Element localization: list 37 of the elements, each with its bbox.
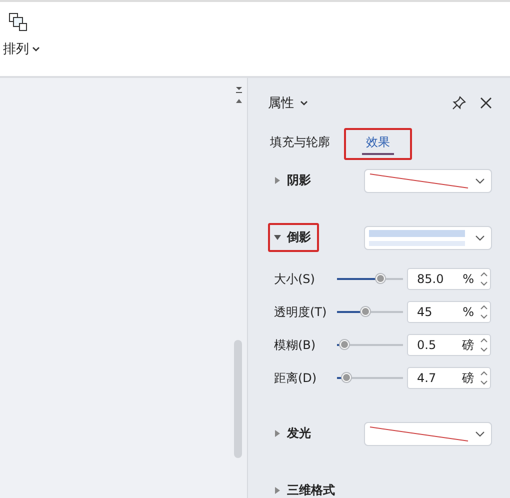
chevron-down-icon — [300, 100, 308, 106]
slider-label: 透明度(T) — [274, 304, 328, 320]
spin-arrows-icon[interactable] — [480, 369, 488, 387]
chevron-down-icon — [475, 430, 485, 436]
section-toggle[interactable]: 发光 — [268, 419, 319, 448]
slider-label: 距离(D) — [274, 370, 318, 386]
spin-arrows-icon[interactable] — [480, 303, 488, 321]
chevron-down-icon — [475, 234, 485, 240]
chevron-down-icon — [475, 178, 485, 184]
panel-tab[interactable]: 填充与轮廓 — [264, 128, 336, 160]
pin-icon[interactable] — [452, 96, 466, 110]
spin-arrows-icon[interactable] — [480, 270, 488, 288]
section-toggle[interactable]: 三维格式 — [268, 476, 343, 498]
chevron-down-icon — [32, 46, 40, 52]
triangle-icon — [274, 487, 281, 494]
close-icon[interactable] — [480, 97, 492, 109]
triangle-icon — [274, 177, 281, 184]
split-icon — [234, 86, 242, 94]
section-toggle[interactable]: 倒影 — [268, 223, 319, 252]
scrollbar-thumb[interactable] — [234, 340, 242, 458]
preset-dropdown[interactable] — [364, 168, 492, 192]
preset-dropdown[interactable] — [364, 422, 492, 446]
slider-label: 模糊(B) — [274, 336, 317, 354]
spin-arrows-icon[interactable] — [480, 336, 488, 354]
value-spinner[interactable]: 0.5 磅 — [407, 334, 491, 356]
triangle-icon — [274, 234, 281, 241]
slider-label: 大小(S) — [274, 270, 316, 288]
arrange-button[interactable]: 排列 — [0, 2, 40, 58]
panel-title[interactable]: 属性 — [268, 94, 308, 112]
value-spinner[interactable]: 4.7 磅 — [407, 367, 491, 389]
arrange-icon — [8, 12, 28, 32]
panel-tab[interactable]: 效果 — [344, 128, 412, 160]
value-spinner[interactable]: 85.0 % — [407, 268, 491, 290]
triangle-icon — [274, 430, 281, 437]
section-toggle[interactable]: 阴影 — [268, 166, 319, 195]
value-spinner[interactable]: 45 % — [407, 301, 491, 323]
scroll-up-icon[interactable] — [234, 98, 242, 104]
